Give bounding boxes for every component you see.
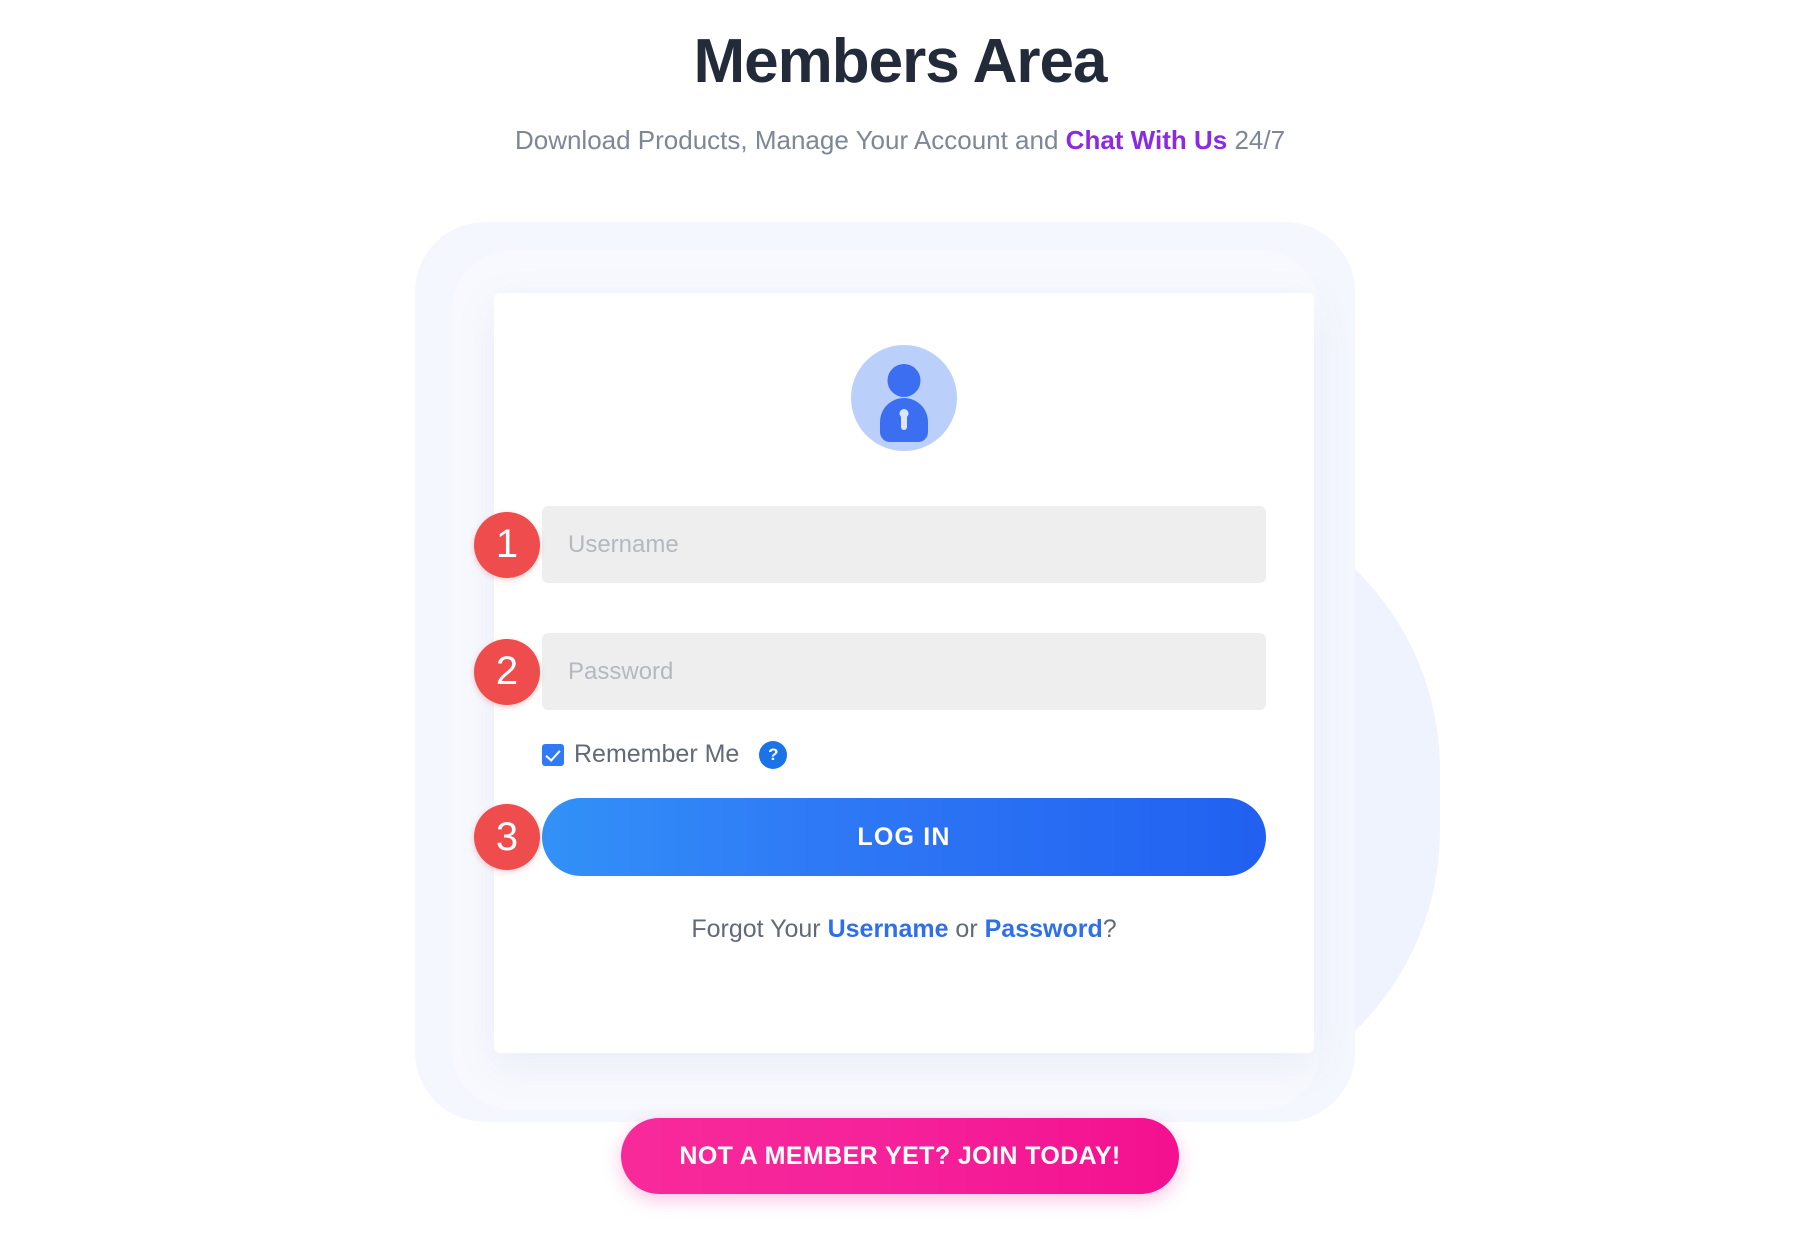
forgot-separator: or [948, 915, 985, 943]
remember-me-label: Remember Me [574, 740, 740, 768]
remember-me-checkbox[interactable] [542, 743, 564, 766]
password-input[interactable] [542, 633, 1266, 710]
page-title: Members Area [693, 27, 1107, 96]
step-badge-2: 2 [474, 638, 540, 705]
login-button-row: 3 LOG IN [474, 798, 1266, 876]
step-badge-1: 1 [474, 511, 540, 578]
page-header: Members Area Download Products, Manage Y… [0, 0, 1800, 158]
forgot-credentials-text: Forgot Your Username or Password? [494, 915, 1314, 944]
help-question-icon[interactable]: ? [759, 740, 788, 769]
login-card: 1 2 Remember Me ? 3 LOG IN Forgot Your U… [474, 293, 1314, 1053]
chat-with-us-link[interactable]: Chat With Us [1066, 125, 1228, 155]
user-lock-avatar-icon [851, 345, 957, 451]
forgot-password-link[interactable]: Password [985, 915, 1103, 943]
forgot-prefix: Forgot Your [691, 915, 828, 943]
login-form: 1 2 Remember Me ? 3 LOG IN Forgot Your U… [474, 506, 1314, 944]
page-subtitle: Download Products, Manage Your Account a… [0, 124, 1800, 158]
username-field-row: 1 [474, 506, 1266, 583]
forgot-suffix: ? [1102, 915, 1117, 943]
avatar-head-icon [887, 364, 921, 397]
login-page: Members Area Download Products, Manage Y… [0, 0, 1800, 1260]
username-input[interactable] [542, 506, 1266, 583]
avatar-keyslot-icon [901, 415, 907, 430]
remember-me-row: Remember Me ? [542, 740, 1266, 769]
avatar-container [494, 293, 1314, 451]
page-subtitle-suffix: 24/7 [1227, 125, 1286, 156]
step-badge-3: 3 [474, 804, 540, 870]
join-today-button[interactable]: NOT A MEMBER YET? JOIN TODAY! [621, 1118, 1179, 1194]
avatar-lock-body-icon [880, 398, 928, 442]
log-in-button[interactable]: LOG IN [542, 798, 1266, 876]
forgot-username-link[interactable]: Username [828, 915, 949, 943]
password-field-row: 2 [474, 633, 1266, 710]
join-button-container: NOT A MEMBER YET? JOIN TODAY! [0, 1118, 1800, 1194]
page-subtitle-prefix: Download Products, Manage Your Account a… [514, 125, 1066, 156]
